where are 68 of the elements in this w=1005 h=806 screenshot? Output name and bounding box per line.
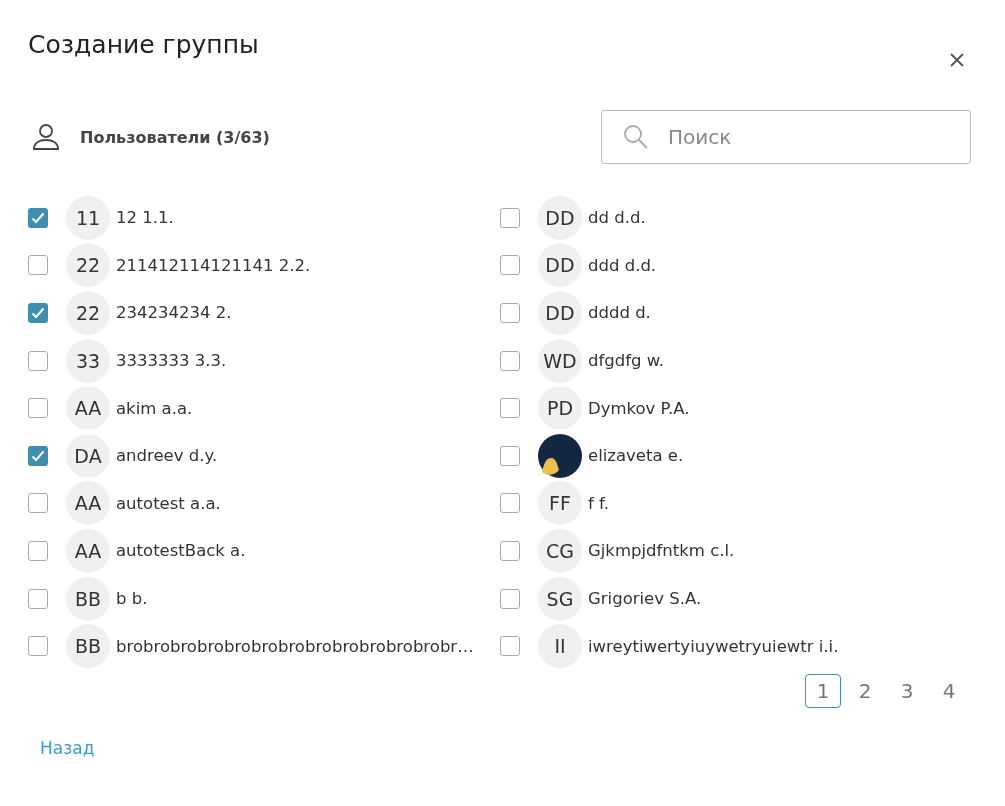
user-name: dd d.d. (588, 208, 646, 228)
avatar: DD (538, 243, 582, 288)
checkbox[interactable] (28, 636, 48, 657)
users-count-label: Пользователи (3/63) (80, 127, 270, 147)
checkbox[interactable] (28, 255, 48, 276)
avatar: CG (538, 528, 582, 573)
user-name: 234234234 2. (116, 303, 232, 323)
user-name: dddd d. (588, 303, 651, 323)
checkbox[interactable] (28, 303, 48, 323)
checkbox[interactable] (28, 398, 48, 419)
user-name: akim a.a. (116, 398, 193, 418)
dialog-title: Создание группы (28, 30, 259, 59)
avatar: SG (538, 576, 582, 621)
user-name: Grigoriev S.A. (588, 589, 702, 609)
user-name: autotest a.a. (116, 493, 221, 513)
avatar: WD (538, 338, 582, 383)
avatar: II (538, 624, 582, 669)
avatar: 22 (66, 243, 110, 288)
checkbox[interactable] (500, 493, 520, 514)
user-name: iwreytiwertyiuywetryuiewtr i.i. (588, 636, 839, 656)
avatar: DA (66, 433, 110, 478)
checkbox[interactable] (500, 255, 520, 276)
avatar: 33 (66, 338, 110, 383)
user-name: b b. (116, 589, 148, 609)
avatar: DD (538, 291, 582, 335)
checkbox[interactable] (500, 588, 520, 609)
page-button[interactable]: 1 (805, 673, 841, 708)
checkbox[interactable] (500, 350, 520, 371)
checkbox[interactable] (500, 445, 520, 466)
checkbox[interactable] (28, 588, 48, 609)
user-icon (32, 124, 60, 150)
avatar: AA (66, 528, 110, 573)
avatar: PD (538, 386, 582, 431)
avatar: DD (538, 195, 582, 240)
checkbox[interactable] (28, 445, 48, 466)
checkbox[interactable] (28, 540, 48, 561)
user-name: Gjkmpjdfntkm c.l. (588, 541, 735, 561)
avatar: BB (66, 624, 110, 669)
checkbox[interactable] (28, 207, 48, 228)
user-name: 211412114121141 2.2. (116, 255, 311, 275)
user-name: 12 1.1. (116, 208, 174, 228)
avatar: AA (66, 386, 110, 431)
avatar: FF (538, 481, 582, 526)
checkbox[interactable] (500, 207, 520, 228)
user-name: dfgdfg w. (588, 351, 664, 371)
avatar: 11 (66, 195, 110, 240)
user-name: andreev d.y. (116, 446, 218, 466)
checkbox[interactable] (28, 350, 48, 371)
back-link[interactable]: Назад (40, 737, 95, 758)
close-icon (949, 52, 965, 68)
avatar-photo (538, 433, 582, 478)
checkbox[interactable] (500, 540, 520, 561)
user-name: 3333333 3.3. (116, 351, 227, 371)
user-name: f f. (588, 493, 609, 513)
user-name: brobrobrobrobrobrobrobrobrobrobrobrobr… (116, 636, 474, 656)
search-field[interactable]: Поиск (601, 110, 971, 164)
checkbox[interactable] (500, 303, 520, 323)
avatar: BB (66, 576, 110, 621)
user-name: Dymkov P.A. (588, 398, 690, 418)
checkbox[interactable] (28, 493, 48, 514)
checkbox[interactable] (500, 636, 520, 657)
user-name: autotestBack a. (116, 541, 246, 561)
user-name: elizaveta e. (588, 446, 684, 466)
user-name: ddd d.d. (588, 255, 657, 275)
avatar: AA (66, 481, 110, 526)
checkbox[interactable] (500, 398, 520, 419)
avatar: 22 (66, 291, 110, 335)
search-icon (623, 124, 649, 150)
